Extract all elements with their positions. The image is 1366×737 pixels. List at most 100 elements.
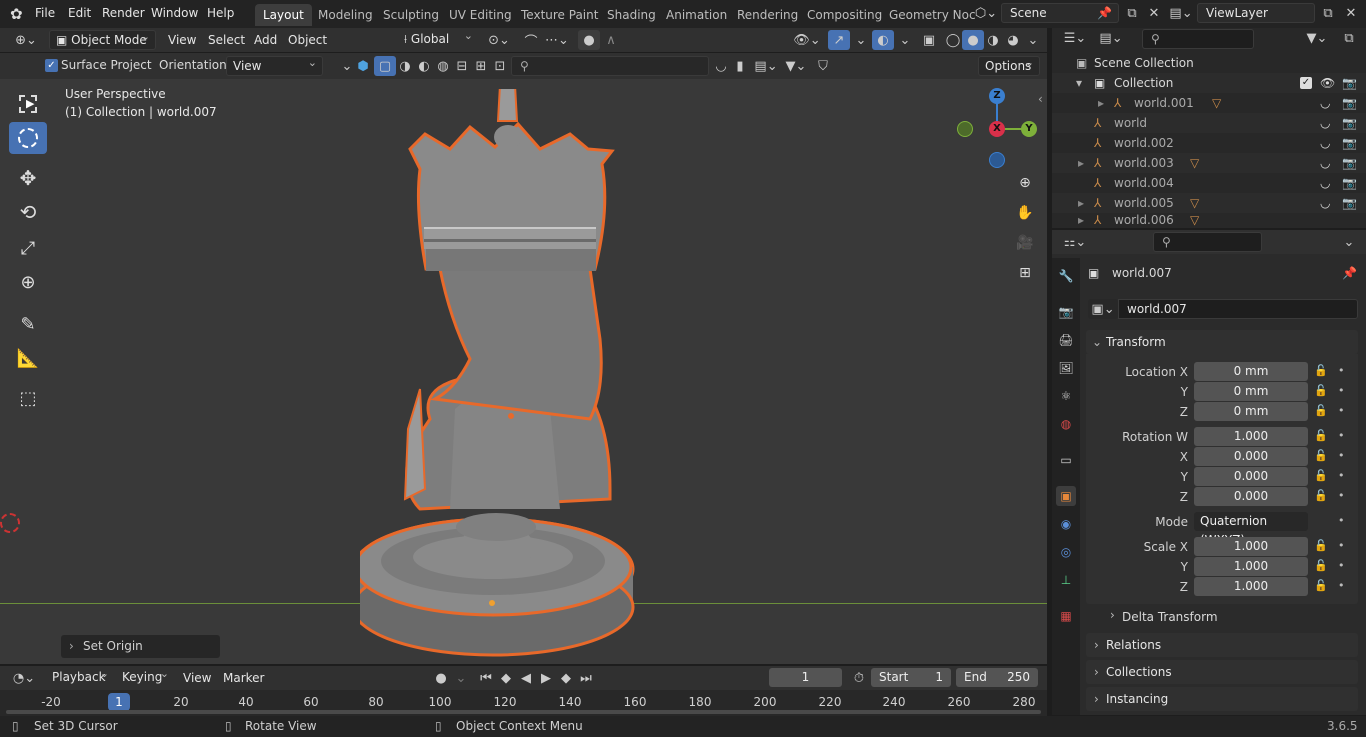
properties-search-input[interactable]: ⚲ xyxy=(1153,232,1262,252)
gizmo-neg-y-axis[interactable] xyxy=(957,121,973,137)
transform-tool[interactable]: ⊕ xyxy=(9,266,47,298)
timeline-scrubber[interactable]: -20 1 20 40 60 80 100 120 140 160 180 20… xyxy=(0,690,1047,716)
keyframe-dot-icon[interactable]: • xyxy=(1338,364,1345,377)
add-cube-tool[interactable]: ⬚ xyxy=(9,382,47,414)
proportional-edit-icon[interactable]: ● xyxy=(578,30,600,50)
lock-icon[interactable]: 🔓 xyxy=(1314,449,1328,462)
render-camera-icon[interactable]: 📷 xyxy=(1342,193,1357,213)
tab-texture-paint[interactable]: Texture Paint xyxy=(513,4,606,26)
keyframe-dot-icon[interactable]: • xyxy=(1338,469,1345,482)
jump-start-icon[interactable]: ⏮ xyxy=(475,668,497,688)
visibility-eye-icon[interactable]: ◡ xyxy=(1320,133,1330,153)
location-z-field[interactable]: 0 mm xyxy=(1194,402,1308,421)
3d-viewport[interactable]: User Perspective (1) Collection | world.… xyxy=(0,79,1047,664)
snap-icon[interactable]: ⌒ xyxy=(520,30,542,50)
select-mode-7-icon[interactable]: ⊡ xyxy=(489,56,511,76)
keyframe-dot-icon[interactable]: • xyxy=(1338,384,1345,397)
tab-shading[interactable]: Shading xyxy=(599,4,664,26)
lock-icon[interactable]: 🔓 xyxy=(1314,364,1328,377)
visibility-eye-icon[interactable]: ◡ xyxy=(1320,113,1330,133)
xray-icon[interactable]: ▣ xyxy=(918,30,940,50)
overlays-icon[interactable]: ◐ xyxy=(872,30,894,50)
render-camera-icon[interactable]: 📷 xyxy=(1342,93,1357,113)
surface-project-checkbox[interactable]: ✓ xyxy=(45,59,58,72)
render-camera-icon[interactable]: 📷 xyxy=(1342,173,1357,193)
start-frame-field[interactable]: Start 1 xyxy=(871,668,951,687)
scale-x-field[interactable]: 1.000 xyxy=(1194,537,1308,556)
expand-arrow-icon[interactable]: ▸ xyxy=(1078,153,1084,173)
rotation-y-field[interactable]: 0.000 xyxy=(1194,467,1308,486)
render-camera-icon[interactable]: 📷 xyxy=(1342,133,1357,153)
mode-dropdown[interactable]: ▣ Object Mode xyxy=(49,28,156,50)
new-scene-icon[interactable]: ⧉ xyxy=(1121,3,1143,23)
chess-piece-model[interactable] xyxy=(360,89,660,664)
pin-icon[interactable]: 📌 xyxy=(1342,266,1357,280)
keyframe-dot-icon[interactable]: • xyxy=(1338,449,1345,462)
snap-target-icon[interactable]: ⋯⌄ xyxy=(542,30,572,50)
viewport-search-input[interactable]: ⚲ xyxy=(511,56,709,76)
timeline-scrollbar[interactable] xyxy=(6,710,1041,714)
solid-shading-icon[interactable]: ● xyxy=(962,30,984,50)
visibility-eye-icon[interactable]: 👁 xyxy=(1320,73,1335,93)
menu-window[interactable]: Window xyxy=(151,6,198,20)
playback-dropdown[interactable]: Playback xyxy=(46,665,114,688)
modifiers-tab-icon[interactable]: ◉ xyxy=(1056,514,1076,534)
properties-editor-type-icon[interactable]: ⚏⌄ xyxy=(1060,232,1090,252)
collection-tab-icon[interactable]: ▭ xyxy=(1056,450,1076,470)
collection-checkbox[interactable]: ✓ xyxy=(1300,77,1312,89)
select-mode-1-icon[interactable]: ▢ xyxy=(374,56,396,76)
keying-dropdown[interactable]: Keying xyxy=(116,665,174,688)
tool-tab-icon[interactable]: 🔧 xyxy=(1056,266,1076,286)
visibility-eye-icon[interactable]: ◡ xyxy=(1320,93,1330,113)
lock-icon[interactable]: 🔓 xyxy=(1314,559,1328,572)
prev-keyframe-icon[interactable]: ◆ xyxy=(495,668,517,688)
keyframe-dot-icon[interactable]: • xyxy=(1338,539,1345,552)
visibility-eye-icon[interactable]: ◡ xyxy=(1320,153,1330,173)
menu-edit[interactable]: Edit xyxy=(68,6,91,20)
transform-orientation-dropdown[interactable]: ⟊ Global xyxy=(398,27,478,50)
scene-tab-icon[interactable]: ⚛ xyxy=(1056,386,1076,406)
outliner-scene-collection[interactable]: ▣ Scene Collection xyxy=(1052,53,1366,73)
gizmo-dropdown-icon[interactable]: ⌄ xyxy=(850,30,872,50)
visibility-icon[interactable]: 👁⌄ xyxy=(792,30,822,50)
shield-icon[interactable]: ⛉ xyxy=(812,56,834,76)
lock-icon[interactable]: 🔓 xyxy=(1314,384,1328,397)
new-view-layer-icon[interactable]: ⧉ xyxy=(1317,3,1339,23)
object-tab-icon[interactable]: ▣ xyxy=(1056,486,1076,506)
world-tab-icon[interactable]: ◍ xyxy=(1056,414,1076,434)
rotation-w-field[interactable]: 1.000 xyxy=(1194,427,1308,446)
menu-object[interactable]: Object xyxy=(288,30,327,50)
lock-icon[interactable]: 🔓 xyxy=(1314,579,1328,592)
object-browse-icon[interactable]: ▣⌄ xyxy=(1088,299,1118,319)
instancing-panel-header[interactable]: › Instancing xyxy=(1086,687,1358,711)
tab-layout[interactable]: Layout xyxy=(255,4,312,26)
outliner-item-world-003[interactable]: ▸ ⅄ world.003 ▽ ◡ 📷 xyxy=(1052,153,1366,173)
keyframe-dot-icon[interactable]: • xyxy=(1338,559,1345,572)
annotate-tool[interactable]: ✎ xyxy=(9,308,47,340)
scale-z-field[interactable]: 1.000 xyxy=(1194,577,1308,596)
tab-animation[interactable]: Animation xyxy=(658,4,735,26)
outliner-display-mode-icon[interactable]: ▤⌄ xyxy=(1096,28,1126,48)
timeline-menu-marker[interactable]: Marker xyxy=(223,668,264,688)
properties-options-icon[interactable]: ⌄ xyxy=(1338,232,1360,252)
texture-tab-icon[interactable]: ▦ xyxy=(1056,606,1076,626)
falloff-icon[interactable]: ∧ xyxy=(600,30,622,50)
menu-help[interactable]: Help xyxy=(207,6,234,20)
cursor-tool[interactable] xyxy=(9,122,47,154)
lock-icon[interactable]: 🔓 xyxy=(1314,429,1328,442)
select-box-tool[interactable]: ▶ xyxy=(9,88,47,120)
render-tab-icon[interactable]: 📷 xyxy=(1056,302,1076,322)
play-reverse-icon[interactable]: ◀ xyxy=(515,668,537,688)
expand-arrow-icon[interactable]: ▸ xyxy=(1078,213,1084,228)
collections-panel-header[interactable]: › Collections xyxy=(1086,660,1358,684)
editor-type-icon[interactable]: ⊕⌄ xyxy=(10,30,42,50)
view-layer-tab-icon[interactable]: 🖼 xyxy=(1056,358,1076,378)
render-camera-icon[interactable]: 📷 xyxy=(1342,113,1357,133)
object-name-field[interactable]: world.007 xyxy=(1118,299,1358,319)
view-layer-selector-icon[interactable]: ▤⌄ xyxy=(1166,3,1196,23)
gizmo-x-axis[interactable]: X xyxy=(989,121,1005,137)
outliner-search-input[interactable]: ⚲ xyxy=(1142,29,1254,49)
tab-compositing[interactable]: Compositing xyxy=(799,4,890,26)
view-layer-field[interactable]: ViewLayer xyxy=(1197,3,1315,23)
remove-view-layer-icon[interactable]: ✕ xyxy=(1340,3,1362,23)
